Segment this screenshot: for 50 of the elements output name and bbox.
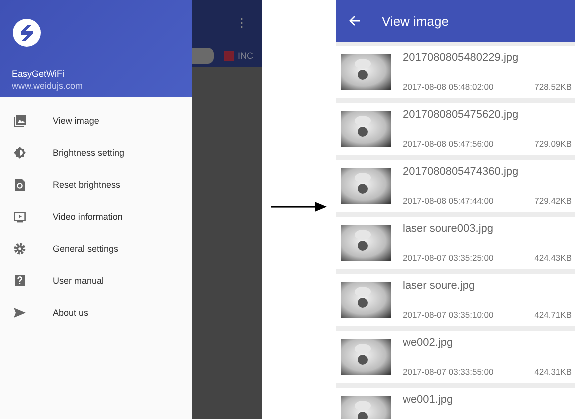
file-row[interactable]: 2017080805480229.jpg 2017-08-08 05:48:02:00 728.52KB xyxy=(336,46,575,98)
website-url: www.weidujs.com xyxy=(12,80,84,92)
menu-item[interactable]: User manual xyxy=(0,265,192,297)
app-name: EasyGetWiFi xyxy=(12,68,65,80)
file-name: we002.jpg xyxy=(403,337,454,349)
file-date: 2017-08-07 03:35:25:00 xyxy=(403,253,494,263)
file-date: 2017-08-08 05:47:56:00 xyxy=(403,139,494,149)
send-icon xyxy=(14,307,26,319)
file-date: 2017-08-07 03:33:55:00 xyxy=(403,367,494,377)
file-size: 424.71KB xyxy=(534,310,572,320)
file-size: 729.09KB xyxy=(534,139,572,149)
file-row[interactable]: laser soure.jpg 2017-08-07 03:35:10:00 424.71KB xyxy=(336,274,575,326)
search-field[interactable] xyxy=(192,48,214,64)
file-date: 2017-08-08 05:48:02:00 xyxy=(403,82,494,92)
video-icon xyxy=(14,211,26,223)
file-row[interactable]: 2017080805474360.jpg 2017-08-08 05:47:44:00 729.42KB xyxy=(336,160,575,212)
screen-title: View image xyxy=(382,14,449,28)
image-icon xyxy=(14,115,26,127)
menu-item[interactable]: Brightness setting xyxy=(0,137,192,169)
file-name: laser soure003.jpg xyxy=(403,223,495,235)
gear-icon xyxy=(14,243,26,255)
file-size: 728.52KB xyxy=(534,82,572,92)
menu-item[interactable]: Video information xyxy=(0,201,192,233)
menu-item[interactable]: General settings xyxy=(0,233,192,265)
help-icon xyxy=(14,275,26,287)
back-arrow-icon[interactable] xyxy=(349,15,361,27)
checkbox[interactable] xyxy=(224,51,234,61)
brightness-icon xyxy=(14,147,26,159)
file-date: 2017-08-08 05:47:44:00 xyxy=(403,196,494,206)
reset-icon xyxy=(14,179,26,191)
file-row[interactable]: 2017080805475620.jpg 2017-08-08 05:47:56:00 729.09KB xyxy=(336,103,575,155)
checkbox-label: INC xyxy=(238,51,254,61)
file-size: 729.42KB xyxy=(534,196,572,206)
overflow-menu-button[interactable]: ⋮ xyxy=(236,16,248,30)
file-row[interactable]: we001.jpg xyxy=(336,388,575,419)
file-row[interactable]: laser soure003.jpg 2017-08-07 03:35:25:00 424.43KB xyxy=(336,217,575,269)
file-name: 2017080805480229.jpg xyxy=(403,52,520,64)
file-name: 2017080805475620.jpg xyxy=(403,109,520,121)
file-name: we001.jpg xyxy=(403,394,454,406)
file-name: laser soure.jpg xyxy=(403,280,476,292)
menu-item[interactable]: About us xyxy=(0,297,192,329)
file-name: 2017080805474360.jpg xyxy=(403,166,520,178)
menu-item[interactable]: View image xyxy=(0,105,192,137)
file-row[interactable]: we002.jpg 2017-08-07 03:33:55:00 424.31KB xyxy=(336,331,575,383)
menu-item[interactable]: Reset brightness xyxy=(0,169,192,201)
logo-icon xyxy=(12,18,42,48)
arrow-icon xyxy=(271,202,327,212)
file-size: 424.43KB xyxy=(534,253,572,263)
file-size: 424.31KB xyxy=(534,367,572,377)
file-date: 2017-08-07 03:35:10:00 xyxy=(403,310,494,320)
